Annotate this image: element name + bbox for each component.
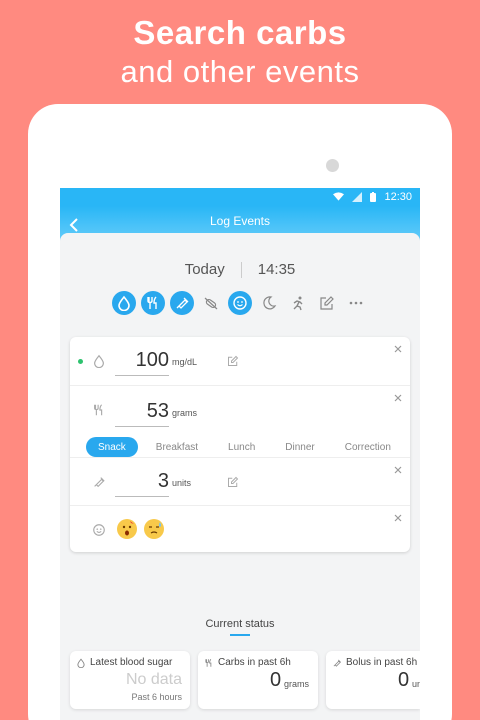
close-icon[interactable] [392,512,404,524]
stat-title: Latest blood sugar [76,657,172,668]
meal-tab-correction[interactable]: Correction [333,437,403,457]
meal-tabs: Snack Breakfast Lunch Dinner Correction [86,437,409,457]
moon-icon[interactable] [257,291,281,315]
stat-subtitle: Past 6 hours [131,692,182,702]
stat-title-text: Carbs in past 6h [218,657,291,668]
event-type-icons [112,291,373,315]
syringe-icon[interactable] [170,291,194,315]
app-screen: 12:30 Log Events Today 14:35 100 mg/dL 5… [60,188,420,720]
promo-title: Search carbs [133,14,347,51]
carbs-input[interactable]: 53 [115,400,169,427]
wifi-icon [333,192,345,201]
carbs-past-6h-card[interactable]: Carbs in past 6h 0 grams [198,651,318,709]
blood-sugar-row: 100 mg/dL [70,337,410,385]
stat-value: No data [125,671,182,688]
datetime-row: Today 14:35 [60,261,420,278]
signal-icon [352,192,363,202]
blood-sugar-input[interactable]: 100 [115,349,169,376]
stat-title-text: Bolus in past 6h [346,657,418,668]
smiley-icon[interactable] [228,291,252,315]
stat-title: Carbs in past 6h [204,657,291,668]
bolus-input[interactable]: 3 [115,470,169,497]
syringe-icon [94,477,105,488]
bolus-unit: units [172,478,192,488]
status-time: 12:30 [384,191,412,203]
carbs-row: 53 grams Snack Breakfast Lunch Dinner Co… [70,385,410,457]
meal-tab-lunch[interactable]: Lunch [216,437,267,457]
status-dot [78,359,83,364]
stat-unit: grams [284,679,310,689]
bolus-past-6h-card[interactable]: Bolus in past 6h 0 units [326,651,420,709]
stat-value: 0 [270,669,282,691]
mood-row [70,505,410,552]
app-bar-title: Log Events [209,214,271,228]
promo-subtitle: and other events [120,54,360,89]
battery-icon [370,192,377,202]
back-arrow-icon[interactable] [66,216,84,234]
promo-header: Search carbs and other events [0,14,480,92]
fork-knife-icon [94,404,103,416]
blood-drop-icon[interactable] [112,291,136,315]
log-entries-card: 100 mg/dL 53 grams Snack Breakfast Lunch… [70,337,410,552]
current-status-title: Current status [205,618,275,630]
pill-icon[interactable] [199,291,223,315]
stat-unit: units [412,679,420,689]
more-icon[interactable] [344,291,368,315]
surprised-face-icon[interactable] [117,519,137,539]
tablet-frame: 12:30 Log Events Today 14:35 100 mg/dL 5… [28,104,452,720]
meal-tab-snack[interactable]: Snack [86,437,138,457]
note-icon[interactable] [315,291,339,315]
blood-drop-icon [94,354,104,368]
close-icon[interactable] [392,464,404,476]
camera-dot [326,159,339,172]
note-icon[interactable] [227,355,239,367]
status-bar: 12:30 [60,188,420,206]
date-selector[interactable]: Today [185,261,225,278]
blood-sugar-unit: mg/dL [172,357,198,367]
stat-title-text: Latest blood sugar [90,657,173,668]
note-icon[interactable] [227,476,239,488]
meal-tab-breakfast[interactable]: Breakfast [144,437,210,457]
fork-knife-icon[interactable] [141,291,165,315]
meal-tab-dinner[interactable]: Dinner [273,437,326,457]
close-icon[interactable] [392,392,404,404]
latest-blood-sugar-card[interactable]: Latest blood sugar No data Past 6 hours [70,651,190,709]
running-icon[interactable] [286,291,310,315]
stat-title: Bolus in past 6h [332,657,417,668]
fork-knife-icon [205,658,212,667]
close-icon[interactable] [392,343,404,355]
time-selector[interactable]: 14:35 [258,261,296,278]
carbs-unit: grams [172,408,198,418]
smiley-icon [93,524,105,536]
stat-value: 0 [398,669,410,691]
sad-sweat-face-icon[interactable] [144,519,164,539]
blood-drop-icon [77,658,85,668]
current-status-underline [230,634,250,636]
syringe-icon [333,659,342,667]
log-panel: Today 14:35 100 mg/dL 53 grams Snack Bre… [60,233,420,720]
bolus-row: 3 units [70,457,410,505]
datetime-divider [240,261,242,278]
